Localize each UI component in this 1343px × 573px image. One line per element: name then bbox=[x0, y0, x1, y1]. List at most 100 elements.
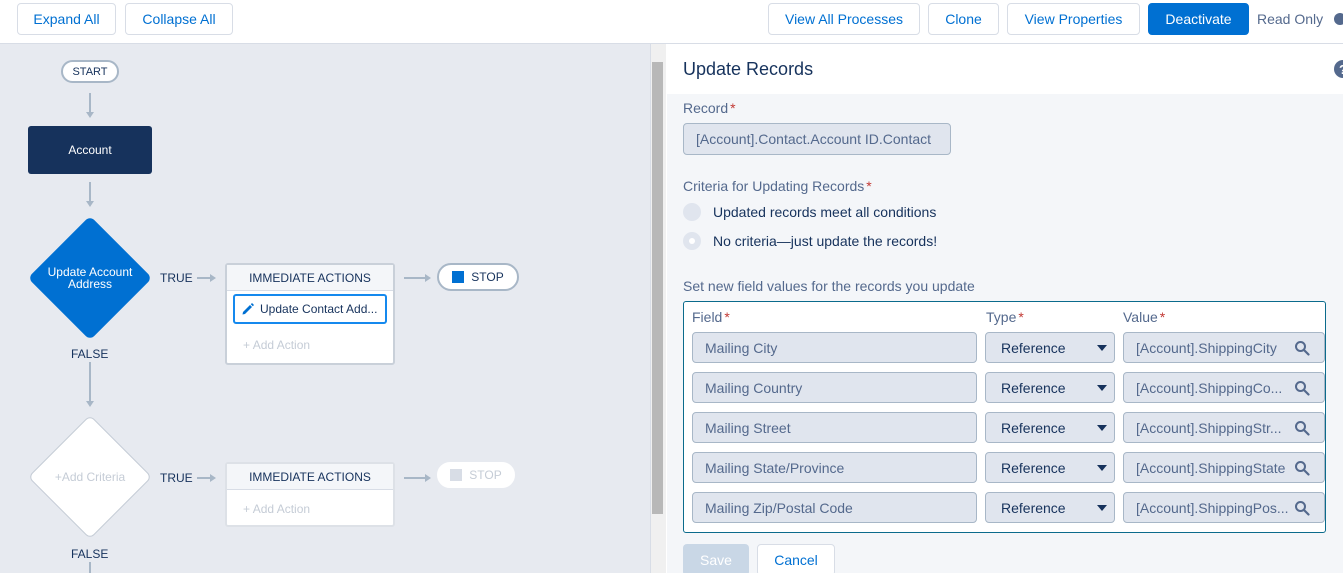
false-label: FALSE bbox=[71, 347, 109, 361]
radio-label: Updated records meet all conditions bbox=[713, 204, 937, 220]
arrow-icon bbox=[86, 201, 94, 207]
pencil-icon bbox=[242, 303, 254, 315]
arrow-icon bbox=[210, 274, 216, 282]
connector bbox=[89, 93, 91, 113]
field-input[interactable]: Mailing Country bbox=[692, 372, 977, 403]
field-input[interactable]: Mailing State/Province bbox=[692, 452, 977, 483]
connector bbox=[89, 562, 91, 573]
value-text: [Account].ShippingState bbox=[1136, 459, 1286, 476]
chevron-down-icon bbox=[1097, 505, 1107, 511]
criteria-label: Update Account Address bbox=[47, 265, 133, 291]
save-button[interactable]: Save bbox=[683, 544, 749, 573]
deactivate-button[interactable]: Deactivate bbox=[1148, 3, 1249, 35]
panel-header: Update Records ? bbox=[667, 44, 1343, 94]
criteria-node-update-account-address[interactable]: Update Account Address bbox=[27, 215, 153, 341]
add-criteria-node[interactable]: + Add Criteria bbox=[27, 414, 153, 540]
value-input[interactable]: [Account].ShippingStr... bbox=[1123, 412, 1325, 443]
immediate-actions-box: IMMEDIATE ACTIONS Update Contact Add... … bbox=[225, 263, 395, 365]
stop-label: STOP bbox=[471, 270, 504, 284]
type-select[interactable]: Reference bbox=[985, 372, 1115, 403]
criteria-label-text: Criteria for Updating Records bbox=[683, 178, 865, 194]
type-select[interactable]: Reference bbox=[985, 332, 1115, 363]
view-all-processes-button[interactable]: View All Processes bbox=[768, 3, 920, 35]
radio-meet-all-conditions[interactable] bbox=[683, 203, 701, 221]
object-node-account[interactable]: Account bbox=[28, 126, 152, 174]
value-input[interactable]: [Account].ShippingState bbox=[1123, 452, 1325, 483]
connector bbox=[404, 477, 426, 479]
expand-all-button[interactable]: Expand All bbox=[17, 3, 116, 35]
record-label-text: Record bbox=[683, 100, 729, 116]
field-input[interactable]: Mailing Zip/Postal Code bbox=[692, 492, 977, 523]
search-icon[interactable] bbox=[1294, 380, 1310, 396]
record-label: Record * bbox=[683, 100, 736, 116]
type-value: Reference bbox=[1001, 339, 1066, 356]
column-header-text: Value bbox=[1123, 309, 1158, 325]
type-value: Reference bbox=[1001, 419, 1066, 436]
process-canvas: START Account Update Account Address TRU… bbox=[0, 44, 650, 573]
false-label: FALSE bbox=[71, 547, 109, 561]
search-icon[interactable] bbox=[1294, 500, 1310, 516]
value-input[interactable]: [Account].ShippingCity bbox=[1123, 332, 1325, 363]
column-header-text: Field bbox=[692, 309, 723, 325]
action-update-contact-address[interactable]: Update Contact Add... bbox=[233, 294, 387, 324]
clone-button[interactable]: Clone bbox=[928, 3, 999, 35]
column-header-field: Field * bbox=[692, 309, 730, 325]
column-header-value: Value * bbox=[1123, 309, 1166, 325]
type-value: Reference bbox=[1001, 379, 1066, 396]
arrow-icon bbox=[425, 274, 431, 282]
value-text: [Account].ShippingStr... bbox=[1136, 419, 1282, 436]
record-field: [Account].Contact.Account ID.Contact bbox=[683, 123, 951, 155]
search-icon[interactable] bbox=[1294, 460, 1310, 476]
panel-title: Update Records bbox=[683, 59, 814, 79]
value-input[interactable]: [Account].ShippingCo... bbox=[1123, 372, 1325, 403]
read-only-label: Read Only bbox=[1257, 11, 1324, 27]
add-criteria-label: + Add Criteria bbox=[54, 470, 126, 484]
help-icon[interactable]: ? bbox=[1334, 60, 1343, 78]
connector bbox=[404, 277, 426, 279]
connector bbox=[197, 277, 211, 279]
type-select[interactable]: Reference bbox=[985, 492, 1115, 523]
collapse-all-button[interactable]: Collapse All bbox=[125, 3, 233, 35]
true-label: TRUE bbox=[160, 471, 193, 485]
scrollbar-thumb[interactable] bbox=[652, 62, 663, 514]
add-action-link[interactable]: + Add Action bbox=[243, 502, 310, 516]
immediate-actions-header: IMMEDIATE ACTIONS bbox=[227, 464, 393, 490]
immediate-actions-box: IMMEDIATE ACTIONS + Add Action bbox=[225, 462, 395, 527]
add-action-label: Add Action bbox=[252, 338, 311, 352]
immediate-actions-header: IMMEDIATE ACTIONS bbox=[227, 265, 393, 291]
add-action-link[interactable]: + Add Action bbox=[243, 338, 310, 352]
value-text: [Account].ShippingCity bbox=[1136, 339, 1277, 356]
type-value: Reference bbox=[1001, 499, 1066, 516]
type-select[interactable]: Reference bbox=[985, 452, 1115, 483]
value-text: [Account].ShippingCo... bbox=[1136, 379, 1283, 396]
radio-no-criteria[interactable] bbox=[683, 232, 701, 250]
add-action-label: Add Action bbox=[252, 502, 311, 516]
value-input[interactable]: [Account].ShippingPos... bbox=[1123, 492, 1325, 523]
column-header-text: Type bbox=[986, 309, 1017, 325]
field-input[interactable]: Mailing Street bbox=[692, 412, 977, 443]
view-properties-button[interactable]: View Properties bbox=[1007, 3, 1140, 35]
start-node: START bbox=[61, 60, 119, 83]
connector bbox=[89, 182, 91, 202]
set-values-label: Set new field values for the records you… bbox=[683, 278, 975, 294]
field-input[interactable]: Mailing City bbox=[692, 332, 977, 363]
chevron-down-icon bbox=[1097, 345, 1107, 351]
radio-label: No criteria—just update the records! bbox=[713, 233, 938, 249]
type-value: Reference bbox=[1001, 459, 1066, 476]
type-select[interactable]: Reference bbox=[985, 412, 1115, 443]
cancel-button[interactable]: Cancel bbox=[757, 544, 835, 573]
column-header-type: Type * bbox=[986, 309, 1024, 325]
field-values-table: Field * Type * Value * Mailing City Referen… bbox=[683, 301, 1326, 533]
search-icon[interactable] bbox=[1294, 420, 1310, 436]
toolbar: Expand All Collapse All View All Process… bbox=[0, 0, 1343, 44]
arrow-icon bbox=[86, 401, 94, 407]
connector bbox=[89, 362, 91, 402]
update-records-panel: Update Records ? Record* [Account].Conta… bbox=[667, 44, 1343, 573]
arrow-icon bbox=[86, 112, 94, 118]
search-icon[interactable] bbox=[1294, 340, 1310, 356]
chevron-down-icon bbox=[1097, 465, 1107, 471]
stop-label: STOP bbox=[469, 468, 502, 482]
info-icon[interactable] bbox=[1334, 13, 1343, 25]
true-label: TRUE bbox=[160, 271, 193, 285]
chevron-down-icon bbox=[1097, 425, 1107, 431]
